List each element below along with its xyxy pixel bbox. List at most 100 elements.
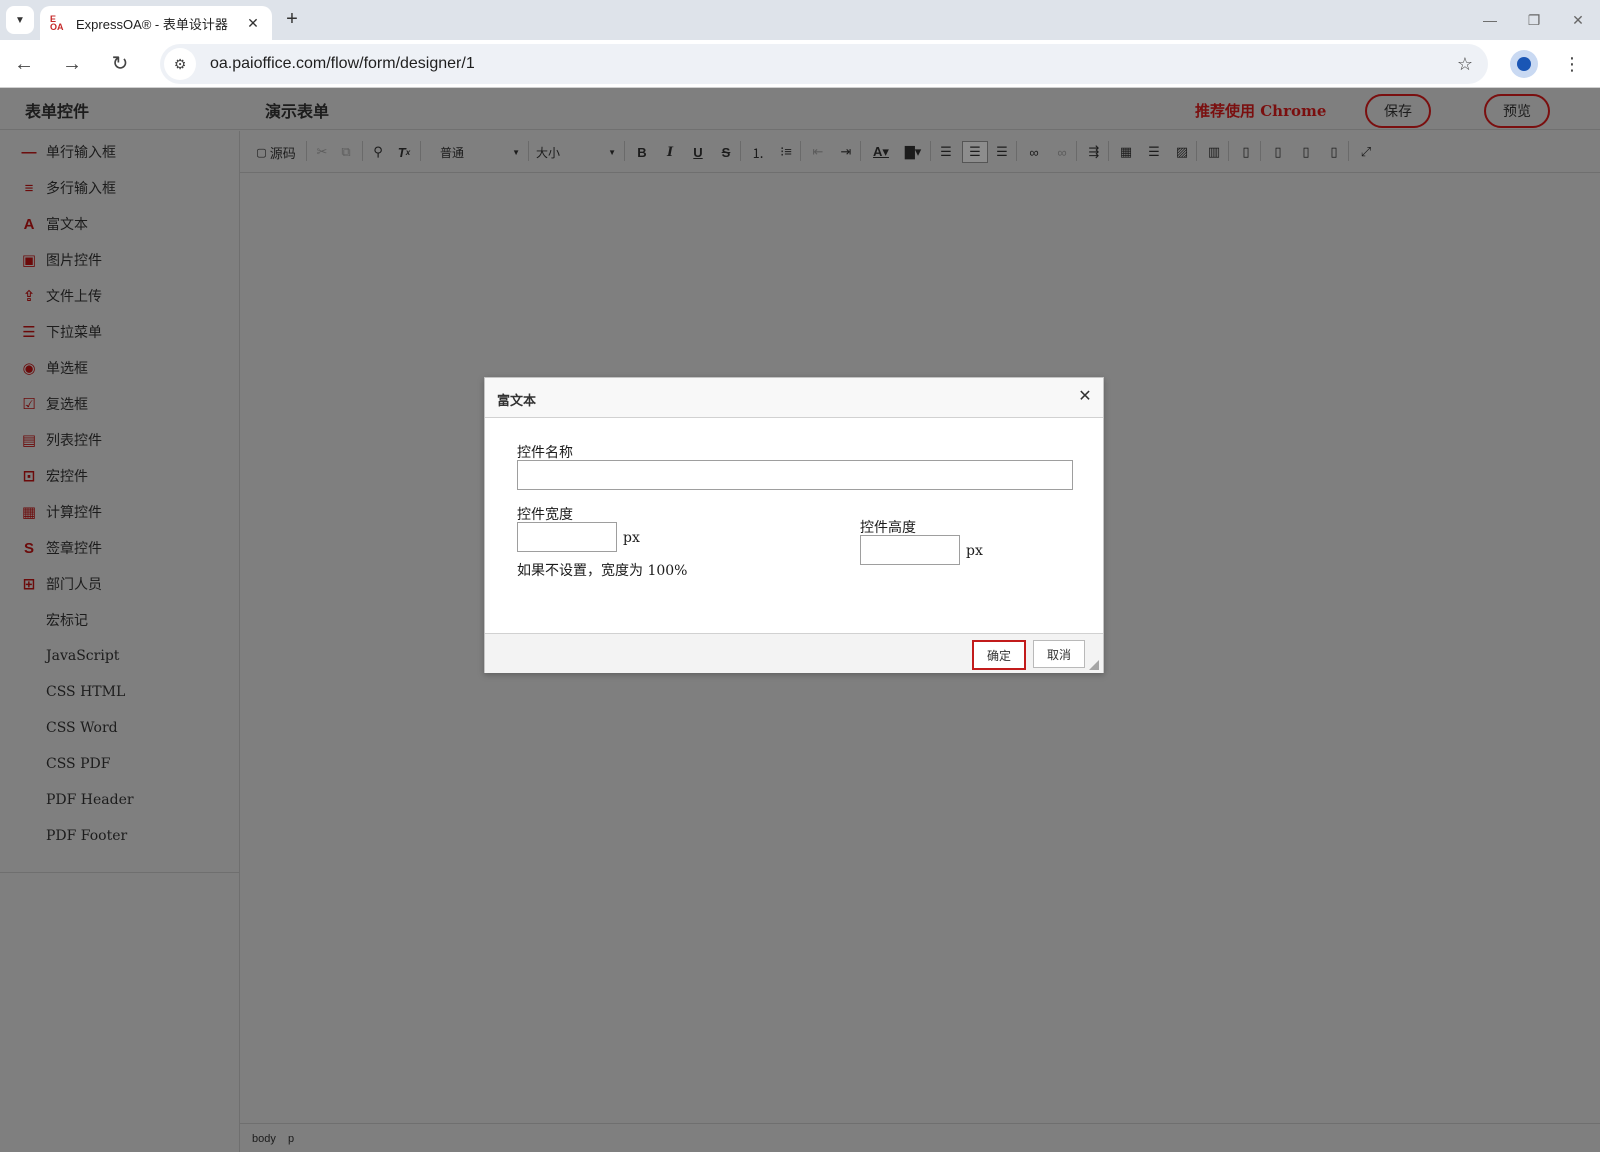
omnibox[interactable]: ⚙ oa.paioffice.com/flow/form/designer/1 … [160,44,1488,84]
signature-icon: S [23,539,34,557]
text-color-icon[interactable]: A▾ [868,141,894,163]
sidebar-item[interactable]: PDF Footer [20,821,127,851]
sidebar-item[interactable]: — 单行输入框 [20,137,117,167]
tab-search-button[interactable]: ▼ [6,6,34,34]
sidebar-item[interactable]: JavaScript [20,641,119,671]
align-left-icon[interactable]: ☰ [936,141,956,163]
sidebar-item-label: 部门人员 [46,577,102,593]
word-import-icon[interactable]: ▯ [1296,141,1316,163]
sidebar-item[interactable]: CSS Word [20,713,118,743]
bookmark-star-icon[interactable]: ☆ [1450,54,1480,75]
numbered-list-icon[interactable]: ⒈ [748,141,768,163]
control-width-input[interactable] [517,522,617,552]
sidebar-item-label: 多行输入框 [46,181,116,197]
close-icon[interactable]: ✕ [1075,387,1095,407]
sidebar-item[interactable]: ⊡ 宏控件 [20,461,88,491]
link-icon[interactable]: ∞ [1024,141,1044,163]
unlink-icon[interactable]: ∞ [1052,141,1072,163]
new-tab-button[interactable]: + [280,8,304,32]
sidebar-item-label: 下拉菜单 [46,325,102,341]
sidebar-item[interactable]: ⊞ 部门人员 [20,569,102,599]
element-path-p[interactable]: p [288,1133,294,1145]
indent-icon[interactable]: ⇥ [836,141,856,163]
image-icon[interactable]: ▨ [1172,141,1192,163]
sidebar-item[interactable]: ⇪ 文件上传 [20,281,102,311]
browser-menu-icon[interactable]: ⋮ [1560,50,1584,78]
toolbar-separator [420,141,421,161]
site-settings-icon[interactable]: ⚙ [164,48,196,80]
sidebar-item[interactable]: ☑ 复选框 [20,389,88,419]
underline-icon[interactable]: U [688,141,708,163]
iframe-icon[interactable]: ▥ [1204,141,1224,163]
text-direction-icon[interactable]: ⇶ [1084,141,1104,163]
format-select[interactable]: 普通 ▼ [436,141,524,163]
maximize-icon[interactable]: ⤢ [1356,141,1376,163]
sidebar-item[interactable]: ☰ 下拉菜单 [20,317,102,347]
align-right-icon[interactable]: ☰ [992,141,1012,163]
sidebar-item[interactable]: ▣ 图片控件 [20,245,102,275]
word-export-icon[interactable]: ▯ [1268,141,1288,163]
size-select[interactable]: 大小 ▼ [532,141,620,163]
url-text[interactable]: oa.paioffice.com/flow/form/designer/1 [210,55,1450,73]
width-hint-text: 如果不设置，宽度为 100% [517,563,688,579]
toolbar-separator [1196,141,1197,161]
background-color-icon[interactable]: ▇▾ [900,141,926,163]
cut-icon[interactable]: ✂ [312,141,332,163]
align-center-icon[interactable]: ☰ [962,141,988,163]
table-icon[interactable]: ▦ [1116,141,1136,163]
italic-icon[interactable]: I [660,141,680,163]
size-select-value: 大小 [536,145,561,160]
control-height-input[interactable] [860,535,960,565]
editor-status-bar: body p [240,1123,1600,1152]
outdent-icon[interactable]: ⇤ [808,141,828,163]
confirm-button[interactable]: 确定 [972,640,1026,670]
tab-close-icon[interactable]: ✕ [244,15,262,32]
element-path-body[interactable]: body [252,1133,276,1145]
minimize-icon[interactable]: — [1478,8,1502,32]
sidebar-item[interactable]: CSS PDF [20,749,110,779]
sidebar-item[interactable]: S 签章控件 [20,533,102,563]
browser-tab-active[interactable]: E OA ExpressOA® - 表单设计器 ✕ [40,6,272,40]
list-control-icon: ▤ [21,432,37,449]
resize-handle-icon[interactable] [1089,660,1099,670]
expressoa-favicon-icon: E OA [50,14,64,32]
bold-icon[interactable]: B [632,141,652,163]
sidebar-item-spacer [20,755,38,773]
copy-icon[interactable]: ⧉ [336,141,356,163]
bulleted-list-icon[interactable]: ⁝≡ [776,141,796,163]
find-icon[interactable]: ⚲ [368,141,388,163]
template-icon[interactable]: ▯ [1236,141,1256,163]
sidebar-item[interactable]: A 富文本 [20,209,88,239]
save-button[interactable]: 保存 [1365,94,1431,128]
remove-format-icon[interactable]: Tx [394,141,414,163]
source-button[interactable]: ▢ 源码 [252,141,300,163]
profile-avatar-icon[interactable] [1510,50,1538,78]
close-window-icon[interactable]: ✕ [1566,8,1590,32]
back-arrow-icon[interactable]: ← [10,50,38,78]
forward-arrow-icon[interactable]: → [58,50,86,78]
cancel-button[interactable]: 取消 [1033,640,1085,668]
sidebar-item[interactable]: ▤ 列表控件 [20,425,102,455]
sidebar-item-spacer [20,647,38,665]
sidebar-item[interactable]: ▦ 计算控件 [20,497,102,527]
sidebar-item-label: 列表控件 [46,433,102,449]
pdf-export-icon[interactable]: ▯ [1324,141,1344,163]
editor-toolbar: ▢ 源码 ✂ ⧉ ⚲ Tx 普通 ▼ 大小 ▼ B I U S ⒈ ⁝≡ ⇤ ⇥… [240,131,1600,173]
sidebar-item-label: 计算控件 [46,505,102,521]
preview-button[interactable]: 预览 [1484,94,1550,128]
sidebar-item[interactable]: 宏标记 [20,605,88,635]
control-name-input[interactable] [517,460,1073,490]
width-unit-label: px [623,530,640,546]
sidebar-item-spacer [20,611,38,629]
height-unit-label: px [966,543,983,559]
sidebar-item-label: 图片控件 [46,253,102,269]
strikethrough-icon[interactable]: S [716,141,736,163]
sidebar-item[interactable]: ≡ 多行输入框 [20,173,116,203]
sidebar-item[interactable]: PDF Header [20,785,134,815]
horizontal-line-icon[interactable]: ☰ [1144,141,1164,163]
sidebar-item[interactable]: ◉ 单选框 [20,353,88,383]
reload-icon[interactable]: ↻ [106,50,134,78]
sidebar-item[interactable]: CSS HTML [20,677,125,707]
sidebar-item-label: 宏控件 [46,469,88,485]
restore-icon[interactable]: ❐ [1522,8,1546,32]
